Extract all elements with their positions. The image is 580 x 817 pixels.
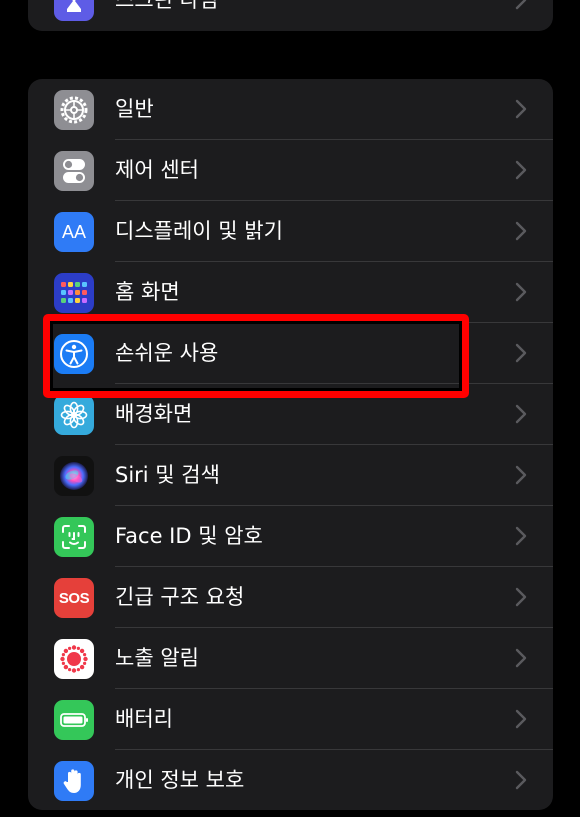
gear-icon bbox=[54, 90, 94, 130]
settings-item-label: 배터리 bbox=[115, 707, 173, 731]
battery-icon bbox=[54, 700, 94, 740]
chevron-right-icon bbox=[515, 282, 527, 302]
exposure-icon bbox=[54, 639, 94, 679]
display-icon-text: AA bbox=[61, 221, 86, 242]
settings-item-label: 손쉬운 사용 bbox=[115, 341, 219, 365]
settings-item-label: 홈 화면 bbox=[115, 280, 180, 304]
settings-item-exposure-notifications[interactable]: 노출 알림 bbox=[28, 628, 553, 689]
settings-item-display[interactable]: AA 디스플레이 및 밝기 bbox=[28, 201, 553, 262]
face-id-icon bbox=[54, 517, 94, 557]
settings-item-wallpaper[interactable]: 배경화면 bbox=[28, 384, 553, 445]
hand-icon bbox=[54, 761, 94, 801]
settings-item-privacy[interactable]: 개인 정보 보호 bbox=[28, 750, 553, 810]
chevron-right-icon bbox=[515, 648, 527, 668]
sos-icon: SOS bbox=[54, 578, 94, 618]
settings-group-top: 스크린 타임 bbox=[28, 0, 553, 31]
chevron-right-icon bbox=[515, 770, 527, 790]
settings-item-control-center[interactable]: 제어 센터 bbox=[28, 140, 553, 201]
settings-item-label: 디스플레이 및 밝기 bbox=[115, 219, 283, 243]
chevron-right-icon bbox=[515, 465, 527, 485]
text-size-icon: AA bbox=[54, 212, 94, 252]
chevron-right-icon bbox=[515, 160, 527, 180]
hourglass-icon bbox=[54, 0, 94, 21]
settings-item-emergency-sos[interactable]: SOS 긴급 구조 요청 bbox=[28, 567, 553, 628]
settings-item-screen-time[interactable]: 스크린 타임 bbox=[28, 0, 553, 31]
settings-group-main: 일반 제어 센터 AA 디스플레이 및 밝기 홈 화면 손쉬운 사용 배경화면 … bbox=[28, 79, 553, 810]
settings-item-label: 제어 센터 bbox=[115, 158, 199, 182]
settings-item-siri[interactable]: Siri 및 검색 bbox=[28, 445, 553, 506]
chevron-right-icon bbox=[515, 343, 527, 363]
settings-item-face-id[interactable]: Face ID 및 암호 bbox=[28, 506, 553, 567]
settings-item-label: Face ID 및 암호 bbox=[115, 524, 263, 548]
settings-item-label: 배경화면 bbox=[115, 402, 193, 426]
settings-item-label: 개인 정보 보호 bbox=[115, 768, 245, 792]
chevron-right-icon bbox=[515, 99, 527, 119]
settings-item-home-screen[interactable]: 홈 화면 bbox=[28, 262, 553, 323]
sos-icon-text: SOS bbox=[58, 589, 90, 607]
settings-item-label: Siri 및 검색 bbox=[115, 463, 220, 487]
settings-item-accessibility[interactable]: 손쉬운 사용 bbox=[28, 323, 553, 384]
toggles-icon bbox=[54, 151, 94, 191]
settings-item-general[interactable]: 일반 bbox=[28, 79, 553, 140]
siri-icon bbox=[54, 456, 94, 496]
chevron-right-icon bbox=[515, 526, 527, 546]
app-grid-icon bbox=[54, 273, 94, 313]
accessibility-icon bbox=[54, 334, 94, 374]
chevron-right-icon bbox=[515, 221, 527, 241]
settings-item-label: 긴급 구조 요청 bbox=[115, 585, 245, 609]
flower-icon bbox=[54, 395, 94, 435]
chevron-right-icon bbox=[515, 587, 527, 607]
chevron-right-icon bbox=[515, 0, 527, 10]
chevron-right-icon bbox=[515, 404, 527, 424]
chevron-right-icon bbox=[515, 709, 527, 729]
settings-item-label: 노출 알림 bbox=[115, 646, 199, 670]
settings-item-battery[interactable]: 배터리 bbox=[28, 689, 553, 750]
settings-item-label: 스크린 타임 bbox=[115, 0, 219, 12]
settings-item-label: 일반 bbox=[115, 97, 154, 121]
